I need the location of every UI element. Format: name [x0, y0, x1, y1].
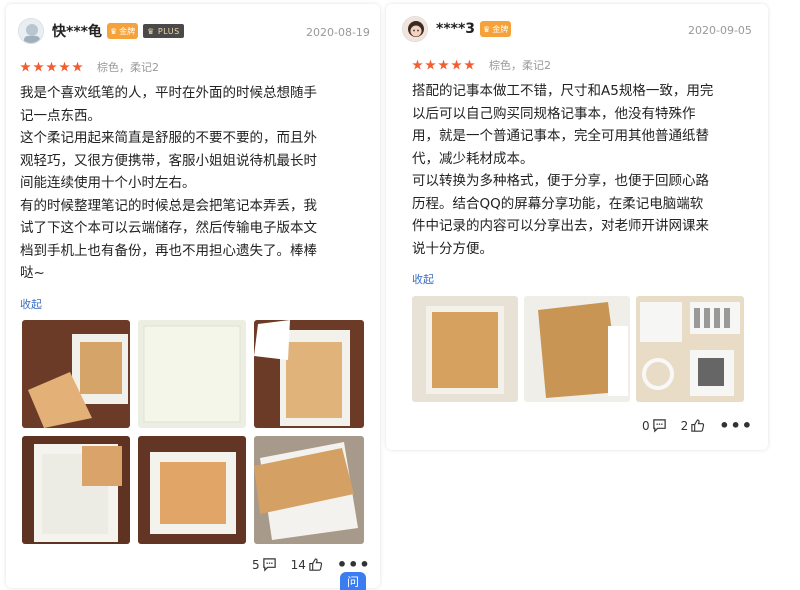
review-photo[interactable]	[22, 320, 130, 428]
avatar[interactable]	[18, 18, 44, 44]
star-icon	[46, 61, 57, 72]
more-icon[interactable]: •••	[719, 417, 753, 433]
photo-grid	[22, 320, 370, 546]
star-icon	[451, 59, 462, 70]
review-photo[interactable]	[412, 296, 518, 402]
username: ****3	[436, 21, 476, 37]
product-attributes: 棕色，柔记2	[489, 59, 551, 72]
crown-icon: ♛	[109, 26, 118, 36]
collapse-link[interactable]: 收起	[20, 296, 42, 312]
review-photo[interactable]	[254, 436, 364, 544]
star-icon	[72, 61, 83, 72]
more-icon[interactable]: •••	[337, 556, 371, 572]
review-card-1: 快***龟 ♛ 金牌 ♛ PLUS 2020-08-19 棕色，柔记2 我是个喜…	[6, 4, 380, 588]
comment-count: 5	[252, 557, 260, 572]
comment-button[interactable]: 5	[252, 557, 277, 572]
product-attributes: 棕色，柔记2	[97, 61, 159, 74]
star-icon	[20, 61, 31, 72]
star-icon	[425, 59, 436, 70]
ask-button[interactable]: 问	[340, 572, 366, 590]
member-level-badge: ♛ 金牌	[480, 21, 512, 37]
review-header: 快***龟 ♛ 金牌 ♛ PLUS	[18, 18, 184, 44]
review-date: 2020-08-19	[306, 26, 370, 39]
star-icon	[59, 61, 70, 72]
plus-badge: ♛ PLUS	[143, 24, 184, 38]
review-photo[interactable]	[138, 320, 246, 428]
like-button[interactable]: 2	[681, 418, 706, 433]
review-text: 我是个喜欢纸笔的人，平时在外面的时候总想随手 记一点东西。 这个柔记用起来简直是…	[20, 85, 317, 281]
review-photo[interactable]	[22, 436, 130, 544]
review-actions: 0 2 •••	[642, 417, 753, 433]
star-icon	[464, 59, 475, 70]
member-level-badge: ♛ 金牌	[106, 23, 139, 39]
rating: 棕色，柔记2	[20, 59, 159, 75]
comment-icon	[652, 419, 666, 433]
star-icon	[438, 59, 449, 70]
like-count: 14	[290, 557, 306, 572]
review-actions: 5 14 •••	[252, 556, 371, 572]
collapse-link[interactable]: 收起	[412, 271, 434, 287]
username: 快***龟	[52, 24, 102, 40]
thumbs-up-icon	[691, 419, 705, 432]
review-photo[interactable]	[138, 436, 246, 544]
photo-grid	[412, 296, 748, 404]
like-button[interactable]: 14	[291, 557, 323, 572]
thumbs-up-icon	[309, 558, 323, 571]
avatar[interactable]	[402, 16, 428, 42]
review-text: 搭配的记事本做工不错，尺寸和A5规格一致，用完 以后可以自己购买同规格记事本，他…	[412, 83, 714, 257]
rating: 棕色，柔记2	[412, 57, 551, 73]
comment-count: 0	[642, 418, 650, 433]
review-photo[interactable]	[636, 296, 744, 402]
comment-button[interactable]: 0	[642, 418, 667, 433]
comment-icon	[262, 558, 276, 572]
plus-crown-icon: ♛	[147, 26, 155, 36]
review-header: ****3 ♛ 金牌	[402, 16, 512, 42]
review-photo[interactable]	[254, 320, 364, 428]
crown-icon: ♛	[483, 24, 491, 34]
star-icon	[33, 61, 44, 72]
review-photo[interactable]	[524, 296, 630, 402]
review-date: 2020-09-05	[688, 24, 752, 37]
star-icon	[412, 59, 423, 70]
like-count: 2	[680, 418, 689, 433]
review-card-2: ****3 ♛ 金牌 2020-09-05 棕色，柔记2 搭配的记事本做工不错，…	[386, 4, 768, 450]
